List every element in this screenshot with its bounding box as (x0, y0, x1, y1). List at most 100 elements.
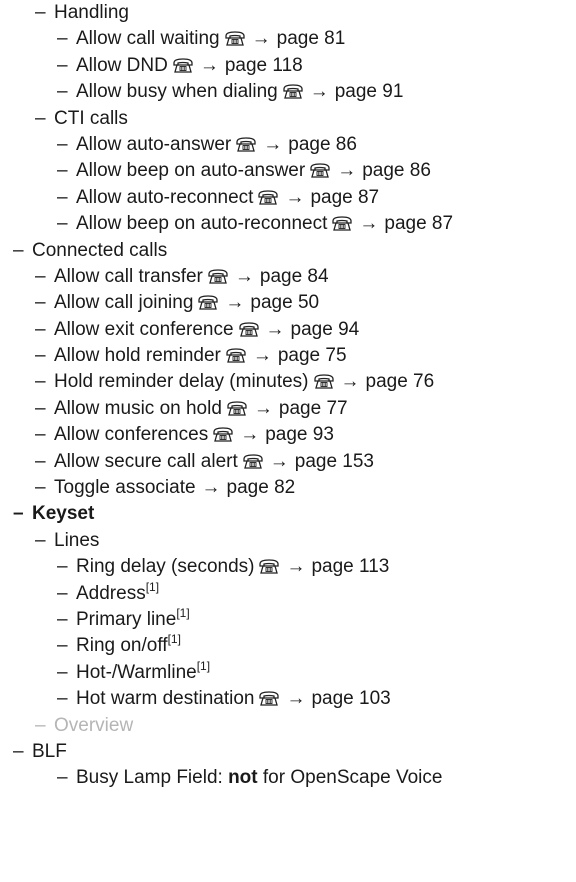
arrow-right-icon: → (359, 213, 379, 235)
arrow-right-icon: → (286, 688, 306, 710)
menu-item: – Allow DND → page 118 (0, 53, 576, 79)
page-reference-link[interactable]: page 93 (265, 424, 334, 445)
bullet-dash: – (57, 81, 68, 103)
settings-menu-tree: – Handling – Allow call waiting → page 81– All… (0, 0, 576, 792)
bullet-dash: – (13, 503, 24, 525)
page-reference-link[interactable]: page 87 (310, 187, 379, 208)
menu-item: – Allow exit conference → page 94 (0, 317, 576, 343)
menu-item: – Ring delay (seconds) → page 113 (0, 554, 576, 580)
bullet-dash: – (13, 239, 24, 261)
menu-item-label: CTI calls (54, 107, 128, 129)
page-reference-link[interactable]: page 75 (278, 345, 347, 366)
arrow-right-icon: → (252, 345, 272, 367)
bullet-dash: – (35, 318, 46, 340)
menu-item: – BLF (0, 739, 576, 765)
arrow-right-icon: → (225, 292, 245, 314)
bullet-dash: – (57, 635, 68, 657)
menu-item: – Allow call joining → page 50 (0, 290, 576, 316)
menu-item: – Toggle associate → page 82 (0, 475, 576, 501)
menu-item-label: Allow secure call alert (54, 450, 238, 472)
bullet-dash: – (57, 133, 68, 155)
bullet-dash: – (35, 477, 46, 499)
menu-item-label-suffix: for OpenScape Voice (257, 767, 443, 789)
page-reference-link[interactable]: page 77 (279, 398, 348, 419)
menu-item-label: Handling (54, 2, 129, 23)
page-reference-link[interactable]: page 118 (225, 55, 303, 76)
menu-item-label: Allow beep on auto-reconnect (76, 213, 328, 235)
page-reference-link[interactable]: page 86 (288, 134, 357, 155)
menu-item: – Handling (0, 0, 576, 26)
bullet-dash: – (57, 213, 68, 235)
arrow-right-icon: → (253, 397, 273, 419)
bullet-dash: – (57, 186, 68, 208)
footnote-marker: [1] (167, 632, 181, 647)
menu-item-label: Toggle associate (54, 477, 196, 499)
bullet-dash: – (57, 556, 68, 578)
menu-item: – Allow call waiting → page 81 (0, 26, 576, 52)
bullet-dash: – (35, 345, 46, 367)
page-reference-link[interactable]: page 81 (277, 28, 346, 49)
menu-item: – Allow beep on auto-answer → page 86 (0, 158, 576, 184)
bullet-dash: – (13, 740, 24, 762)
footnote-marker: [1] (145, 579, 160, 594)
menu-item-label: Address (76, 582, 146, 604)
menu-item-label: Allow call waiting (76, 28, 220, 50)
menu-item: – Hot warm destination → page 103 (0, 686, 576, 712)
bullet-dash: – (57, 54, 68, 76)
bullet-dash: – (35, 450, 46, 472)
bullet-dash: – (57, 160, 68, 182)
menu-item-label: Allow beep on auto-answer (76, 160, 306, 182)
menu-item: – Overview (0, 713, 576, 739)
footnote-marker: [1] (196, 658, 211, 673)
menu-item-label: Allow auto-answer (76, 133, 232, 155)
menu-item-label: Allow DND (76, 54, 168, 76)
menu-item-label: Busy Lamp Field: (76, 767, 229, 789)
menu-item: – CTI calls (0, 106, 576, 132)
bullet-dash: – (35, 292, 46, 314)
menu-item: – Lines (0, 528, 576, 554)
menu-item-label: Overview (54, 714, 134, 736)
emphasis-text: not (228, 767, 258, 789)
arrow-right-icon: → (340, 371, 360, 393)
arrow-right-icon: → (285, 186, 305, 208)
bullet-dash: – (35, 107, 46, 129)
page-reference-link[interactable]: page 87 (384, 213, 453, 234)
menu-item: – Busy Lamp Field: not for OpenScape Voic… (0, 765, 576, 791)
page-reference-link[interactable]: page 76 (366, 371, 435, 392)
page-reference-link[interactable]: page 91 (335, 81, 404, 102)
menu-item: – Allow auto-answer → page 86 (0, 132, 576, 158)
bullet-dash: – (35, 424, 46, 446)
menu-item-label: Ring on/off (76, 635, 168, 657)
menu-item-label: Ring delay (seconds) (76, 556, 255, 578)
bullet-dash: – (35, 714, 46, 736)
menu-item: – Address[1] (0, 581, 576, 607)
menu-item-label: Hold reminder delay (minutes) (54, 371, 309, 393)
menu-item: – Keyset (0, 501, 576, 527)
menu-item-label: Connected calls (32, 239, 168, 261)
page-reference-link[interactable]: page 82 (227, 477, 296, 498)
page-reference-link[interactable]: page 50 (250, 292, 319, 313)
menu-item-label: Allow auto-reconnect (76, 186, 254, 208)
arrow-right-icon: → (309, 81, 329, 103)
menu-item: – Allow secure call alert → page 153 (0, 449, 576, 475)
page-reference-link[interactable]: page 86 (362, 160, 431, 181)
menu-item-label: Primary line (76, 608, 177, 630)
menu-item-label: Allow conferences (54, 424, 209, 446)
menu-item-label: Allow music on hold (54, 397, 222, 419)
page-reference-link[interactable]: page 113 (311, 556, 389, 577)
page-reference-link[interactable]: page 94 (291, 319, 360, 340)
footnote-marker: [1] (176, 605, 190, 620)
menu-item: – Allow hold reminder → page 75 (0, 343, 576, 369)
bullet-dash: – (57, 767, 68, 789)
page-reference-link[interactable]: page 84 (260, 266, 329, 287)
bullet-dash: – (35, 265, 46, 287)
page-reference-link[interactable]: page 153 (295, 451, 374, 472)
menu-item: – Allow call transfer → page 84 (0, 264, 576, 290)
bullet-dash: – (35, 371, 46, 393)
menu-item: – Allow conferences → page 93 (0, 422, 576, 448)
page-reference-link[interactable]: page 103 (311, 688, 390, 709)
menu-item: – Hold reminder delay (minutes) → page 76 (0, 369, 576, 395)
menu-item-label: Allow call joining (54, 292, 194, 314)
menu-item: – Allow auto-reconnect → page 87 (0, 185, 576, 211)
bullet-dash: – (57, 582, 68, 604)
